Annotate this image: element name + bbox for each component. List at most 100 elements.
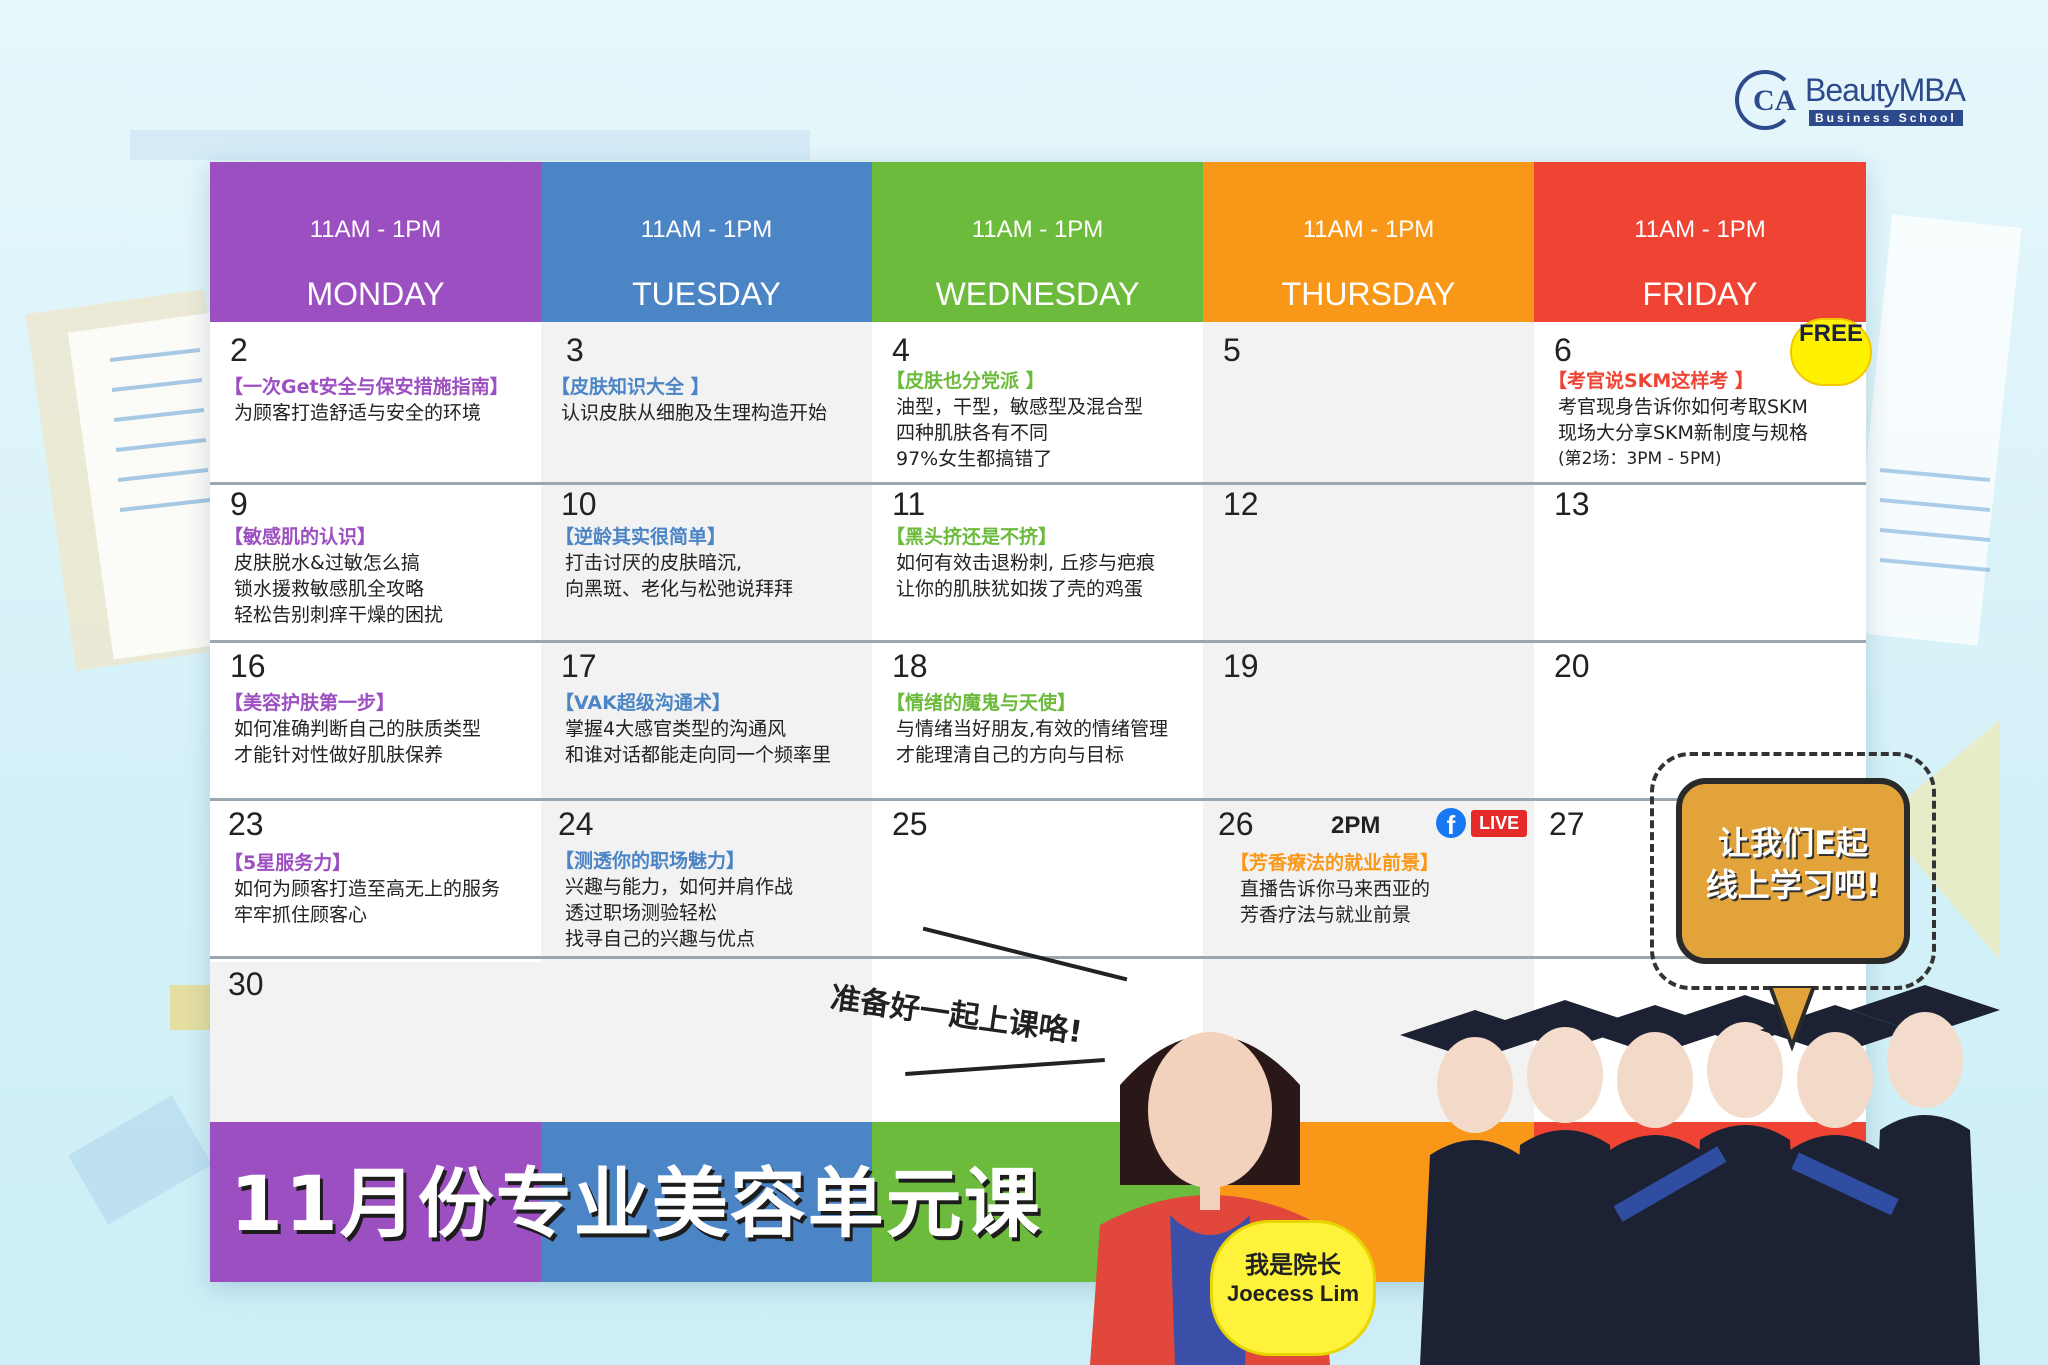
course-line: 兴趣与能力，如何并肩作战 xyxy=(565,876,794,898)
live-time: 2PM xyxy=(1331,812,1381,839)
date-number: 6 xyxy=(1554,332,1572,368)
course-title: 【测透你的职场魅力】 xyxy=(555,850,746,872)
header-time: 11AM - 1PM xyxy=(1302,216,1435,243)
speech-line: 线上学习吧! xyxy=(1705,866,1881,904)
principal-name: Joecess Lim xyxy=(1226,1281,1360,1306)
course-entry: 【敏感肌的认识】 皮肤脱水&过敏怎么搞 锁水援救敏感肌全攻略 轻松告别刺痒干燥的… xyxy=(224,524,443,628)
course-line: 牢牢抓住顾客心 xyxy=(234,904,368,926)
course-entry: 【逆龄其实很简单】 打击讨厌的皮肤暗沉, 向黑斑、老化与松弛说拜拜 xyxy=(555,524,793,602)
principal-role: 我是院长 xyxy=(1245,1251,1341,1279)
course-line: 透过职场测验轻松 xyxy=(565,902,718,924)
date-number: 19 xyxy=(1223,648,1259,684)
row-divider xyxy=(210,798,1866,801)
header-time: 11AM - 1PM xyxy=(1634,216,1766,243)
course-entry: 【美容护肤第一步】 如何准确判断自己的肤质类型 才能针对性做好肌肤保养 xyxy=(224,690,481,768)
live-label: LIVE xyxy=(1471,809,1528,837)
logo-subtitle: Business School xyxy=(1809,110,1963,126)
course-line: 打击讨厌的皮肤暗沉, xyxy=(565,552,743,574)
date-number: 5 xyxy=(1223,332,1241,368)
course-title: 【敏感肌的认识】 xyxy=(224,526,377,548)
logo-name: BeautyMBA xyxy=(1805,72,1966,108)
header-day: FRIDAY xyxy=(1642,276,1758,312)
date-number: 11 xyxy=(892,486,926,522)
speech-bubble: 让我们E起 线上学习吧! xyxy=(1650,752,1936,990)
course-line: 让你的肌肤犹如拨了壳的鸡蛋 xyxy=(896,578,1144,600)
course-entry: 【测透你的职场魅力】 兴趣与能力，如何并肩作战 透过职场测验轻松 找寻自己的兴趣… xyxy=(555,848,793,952)
header-day: MONDAY xyxy=(306,276,445,312)
course-line: 直播告诉你马来西亚的 xyxy=(1240,878,1431,900)
header-day: WEDNESDAY xyxy=(935,276,1140,312)
logo-mark: CA xyxy=(1735,70,1796,130)
course-line: 考官现身告诉你如何考取SKM xyxy=(1558,396,1808,418)
date-number: 17 xyxy=(561,648,597,684)
date-number: 3 xyxy=(566,332,584,368)
course-line: 才能针对性做好肌肤保养 xyxy=(234,744,444,766)
course-title: 【5星服务力】 xyxy=(224,852,352,874)
course-title: 【VAK超级沟通术】 xyxy=(555,692,731,714)
course-line: 认识皮肤从细胞及生理构造开始 xyxy=(561,402,828,424)
course-line: 如何为顾客打造至高无上的服务 xyxy=(234,878,501,900)
date-number: 18 xyxy=(892,648,928,684)
header-time: 11AM - 1PM xyxy=(971,216,1104,243)
course-line: 锁水援救敏感肌全攻略 xyxy=(234,578,425,600)
live-indicator: f LIVE xyxy=(1436,808,1528,840)
course-title: 【皮肤知识大全 】 xyxy=(551,376,710,398)
date-number: 24 xyxy=(558,806,594,842)
date-number: 10 xyxy=(561,486,597,522)
course-line: 才能理清自己的方向与目标 xyxy=(896,744,1125,766)
date-number: 4 xyxy=(892,332,910,368)
date-number: 9 xyxy=(230,486,248,522)
course-line: 97%女生都搞错了 xyxy=(896,448,1053,470)
course-title: 【皮肤也分党派 】 xyxy=(886,370,1045,392)
date-number: 2 xyxy=(230,332,248,368)
course-entry: 【VAK超级沟通术】 掌握4大感官类型的沟通风 和谁对话都能走向同一个频率里 xyxy=(555,690,831,768)
course-title: 【情绪的魔鬼与天使】 xyxy=(886,692,1077,714)
date-number: 13 xyxy=(1554,486,1590,522)
course-entry: 【皮肤知识大全 】 认识皮肤从细胞及生理构造开始 xyxy=(551,374,827,426)
facebook-icon: f xyxy=(1436,808,1466,840)
header-monday: 11AM - 1PM MONDAY xyxy=(210,162,541,322)
header-time: 11AM - 1PM xyxy=(640,216,773,243)
course-line: 为顾客打造舒适与安全的环境 xyxy=(234,402,482,424)
header-day: TUESDAY xyxy=(632,276,781,312)
header-wednesday: 11AM - 1PM WEDNESDAY xyxy=(872,162,1203,322)
row-divider xyxy=(210,482,1866,485)
header-tuesday: 11AM - 1PM TUESDAY xyxy=(541,162,872,322)
course-line: 向黑斑、老化与松弛说拜拜 xyxy=(565,578,794,600)
course-line: 如何准确判断自己的肤质类型 xyxy=(234,718,482,740)
course-line: 与情绪当好朋友,有效的情绪管理 xyxy=(896,718,1169,740)
course-title: 【逆龄其实很简单】 xyxy=(555,526,727,548)
speech-bubble-inner: 让我们E起 线上学习吧! xyxy=(1676,778,1910,964)
course-title: 【芳香療法的就业前景】 xyxy=(1230,852,1440,874)
graduates-photo xyxy=(1400,985,2000,1365)
course-line: 掌握4大感官类型的沟通风 xyxy=(565,718,787,740)
course-entry: 【5星服务力】 如何为顾客打造至高无上的服务 牢牢抓住顾客心 xyxy=(224,850,500,928)
speech-line: 让我们E起 xyxy=(1718,824,1868,862)
course-entry: 【情绪的魔鬼与天使】 与情绪当好朋友,有效的情绪管理 才能理清自己的方向与目标 xyxy=(886,690,1168,768)
date-number: 20 xyxy=(1554,648,1590,684)
course-line: 油型，干型，敏感型及混合型 xyxy=(896,396,1144,418)
course-line: 和谁对话都能走向同一个频率里 xyxy=(565,744,832,766)
course-line: 四种肌肤各有不同 xyxy=(896,422,1049,444)
header-thursday: 11AM - 1PM THURSDAY xyxy=(1203,162,1534,322)
date-number: 12 xyxy=(1223,486,1259,522)
course-title: 【美容护肤第一步】 xyxy=(224,692,396,714)
course-entry: 【皮肤也分党派 】 油型，干型，敏感型及混合型 四种肌肤各有不同 97%女生都搞… xyxy=(886,368,1143,472)
date-number: 30 xyxy=(228,966,264,1002)
date-number: 26 xyxy=(1218,806,1254,842)
header-day: THURSDAY xyxy=(1281,276,1456,312)
course-line: 找寻自己的兴趣与优点 xyxy=(565,928,756,950)
beautymba-logo: CA BeautyMBA Business School xyxy=(1735,70,1966,130)
footer-title: 11月份专业美容单元课 xyxy=(230,1159,1042,1248)
course-entry: 【考官说SKM这样考 】 考官现身告诉你如何考取SKM 现场大分享SKM新制度与… xyxy=(1548,368,1808,472)
course-line: 如何有效击退粉刺, 丘疹与疤痕 xyxy=(896,552,1156,574)
date-number: 16 xyxy=(230,648,266,684)
speech-bubble-tail xyxy=(1767,986,1817,1052)
course-entry: 【芳香療法的就业前景】 直播告诉你马来西亚的 芳香疗法与就业前景 xyxy=(1230,850,1439,928)
course-title: 【考官说SKM这样考 】 xyxy=(1548,370,1754,392)
principal-badge: 我是院长 Joecess Lim xyxy=(1210,1220,1376,1356)
free-badge: FREE xyxy=(1790,318,1872,386)
header-friday: 11AM - 1PM FRIDAY xyxy=(1534,162,1866,322)
header-time: 11AM - 1PM xyxy=(309,216,442,243)
date-number: 25 xyxy=(892,806,928,842)
